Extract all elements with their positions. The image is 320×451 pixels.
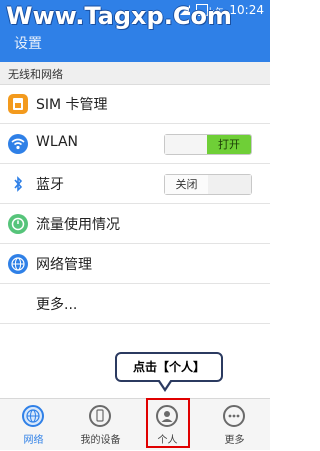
- tooltip-callout: 点击【个人】: [115, 352, 223, 392]
- globe-icon: [8, 254, 28, 274]
- highlight-box: [146, 398, 190, 448]
- nav-network[interactable]: 网络: [0, 399, 67, 451]
- nav-label: 网络: [23, 435, 44, 446]
- row-label: 蓝牙: [36, 177, 64, 193]
- toggle-off-label: 关闭: [165, 175, 209, 194]
- wifi-icon: [8, 134, 28, 154]
- row-label: SIM 卡管理: [36, 97, 108, 113]
- row-label: 更多...: [36, 297, 78, 313]
- toggle-thumb: [165, 135, 208, 154]
- data-usage-icon: [8, 214, 28, 234]
- section-label: 无线和网络: [8, 68, 63, 81]
- wlan-toggle[interactable]: 打开: [164, 134, 252, 155]
- tooltip-text: 点击【个人】: [132, 360, 205, 374]
- nav-label: 更多: [224, 435, 245, 446]
- bluetooth-icon: [8, 174, 28, 194]
- status-time: 10:24: [229, 3, 264, 17]
- sim-icon: [8, 94, 28, 114]
- row-sim-management[interactable]: SIM 卡管理: [0, 84, 270, 124]
- nav-more[interactable]: 更多: [201, 399, 268, 451]
- toggle-on-label: 打开: [207, 135, 251, 154]
- bluetooth-toggle[interactable]: 关闭: [164, 174, 252, 195]
- row-data-usage[interactable]: 流量使用情况: [0, 204, 270, 244]
- section-header: 无线和网络: [0, 62, 270, 85]
- row-bluetooth[interactable]: 蓝牙 关闭: [0, 164, 270, 204]
- nav-my-device[interactable]: 我的设备: [67, 399, 134, 451]
- toggle-thumb: [208, 175, 251, 194]
- row-label: 流量使用情况: [36, 217, 120, 233]
- row-wlan[interactable]: WLAN 打开: [0, 124, 270, 164]
- bottom-nav: 网络 我的设备 个人 更多: [0, 398, 270, 450]
- watermark: Www.Tagxp.Com: [6, 2, 232, 30]
- row-more[interactable]: 更多...: [0, 284, 270, 324]
- page-title: 设置: [14, 36, 42, 52]
- tooltip-tail-inner: [159, 379, 171, 388]
- phone-icon: [89, 405, 111, 427]
- row-label: 网络管理: [36, 257, 92, 273]
- more-icon: [223, 405, 245, 427]
- row-label: WLAN: [36, 134, 79, 150]
- nav-label: 我的设备: [80, 435, 121, 446]
- row-network-management[interactable]: 网络管理: [0, 244, 270, 284]
- globe-icon: [22, 405, 44, 427]
